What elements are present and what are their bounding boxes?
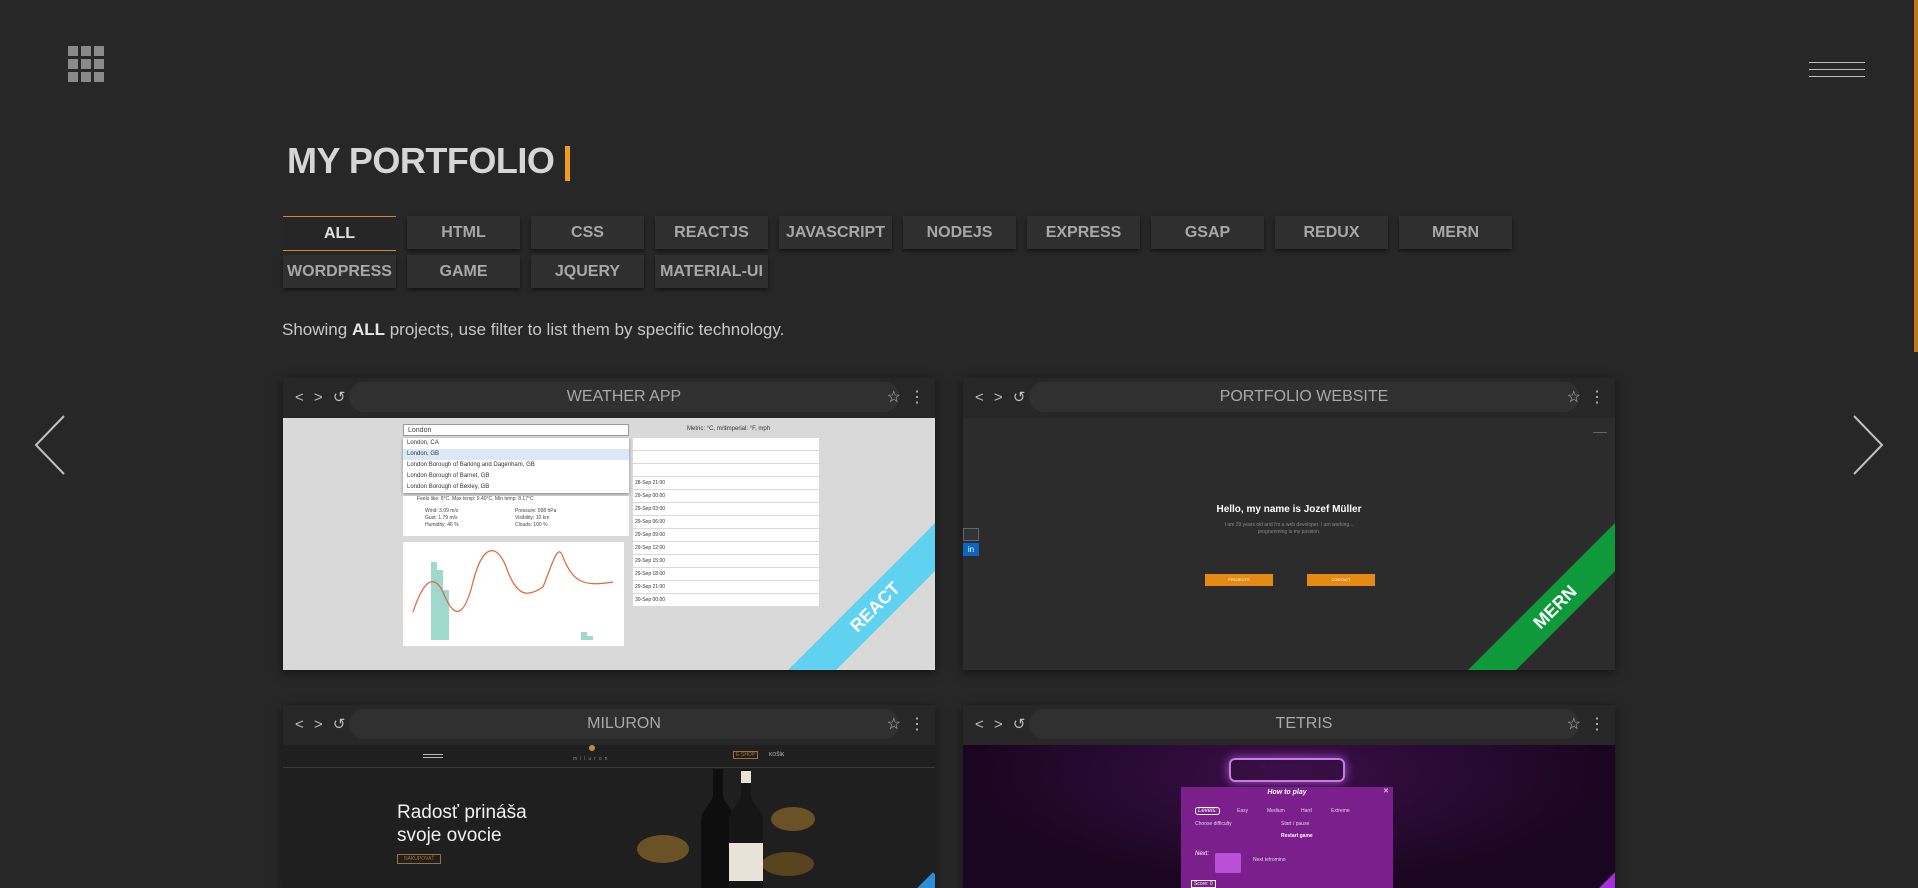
- project-preview: in Hello, my name is Jozef Müller I am 2…: [963, 418, 1615, 670]
- filter-reactjs[interactable]: REACTJS: [655, 216, 768, 249]
- city-suggestions: London, CA London, GB London Borough of …: [403, 438, 629, 493]
- tech-ribbon: [913, 872, 935, 888]
- filter-gsap[interactable]: GSAP: [1151, 216, 1264, 249]
- hamburger-icon-line: [1809, 62, 1865, 63]
- title-cursor: [565, 146, 570, 181]
- filter-jquery[interactable]: JQUERY: [531, 255, 644, 288]
- browser-nav-controls[interactable]: < > ↺: [975, 715, 1028, 733]
- contact-button: CONTACT: [1307, 574, 1375, 586]
- browser-bar: < > ↺ WEATHER APP ☆ ⋮: [283, 378, 935, 418]
- project-card-tetris[interactable]: < > ↺ TETRIS ☆ ⋮ TETRIS ✕ How to play Le…: [963, 705, 1615, 888]
- filter-mern[interactable]: MERN: [1399, 216, 1512, 249]
- apps-grid-icon[interactable]: [68, 46, 104, 82]
- filter-redux[interactable]: REDUX: [1275, 216, 1388, 249]
- next-piece-preview: [1215, 853, 1241, 873]
- star-icon[interactable]: ☆: [1567, 387, 1581, 407]
- tech-ribbon: [1595, 872, 1615, 888]
- page-title: MY PORTFOLIO: [287, 140, 555, 181]
- filter-game[interactable]: GAME: [407, 255, 520, 288]
- chevron-right-icon[interactable]: [1846, 410, 1886, 480]
- browser-bar: < > ↺ MILURON ☆ ⋮: [283, 705, 935, 745]
- project-title: MILURON: [349, 709, 899, 739]
- filter-html[interactable]: HTML: [407, 216, 520, 249]
- linkedin-icon: in: [963, 543, 979, 556]
- temperature-chart: [403, 542, 624, 646]
- project-card-portfolio-website[interactable]: < > ↺ PORTFOLIO WEBSITE ☆ ⋮ in Hello, my…: [963, 378, 1615, 670]
- project-preview: miluron E-SHOP KOŠÍK Radosť prináša svoj…: [283, 745, 935, 888]
- browser-nav-controls[interactable]: < > ↺: [295, 715, 348, 733]
- filter-description: Showing ALL projects, use filter to list…: [282, 320, 785, 339]
- hero-greeting: Hello, my name is Jozef Müller: [1216, 504, 1362, 515]
- how-to-play-panel: ✕ How to play Levels: Easy Medium Hard E…: [1181, 787, 1393, 888]
- star-icon[interactable]: ☆: [887, 387, 901, 407]
- tetris-logo: TETRIS: [1229, 758, 1345, 782]
- browser-bar: < > ↺ TETRIS ☆ ⋮: [963, 705, 1615, 745]
- hamburger-icon: [423, 754, 443, 755]
- filter-express[interactable]: EXPRESS: [1027, 216, 1140, 249]
- more-options-icon[interactable]: ⋮: [909, 714, 925, 734]
- current-weather-panel: Feels like: 8°C, Max temp: 9.40°C, Min t…: [403, 496, 629, 536]
- wine-bottles-image: [637, 769, 815, 888]
- filter-javascript[interactable]: JAVASCRIPT: [779, 216, 892, 249]
- miluron-headline: Radosť prináša svoje ovocie: [397, 802, 527, 846]
- more-options-icon[interactable]: ⋮: [1589, 714, 1605, 734]
- browser-bar: < > ↺ PORTFOLIO WEBSITE ☆ ⋮: [963, 378, 1615, 418]
- more-options-icon[interactable]: ⋮: [909, 387, 925, 407]
- browser-nav-controls[interactable]: < > ↺: [295, 388, 348, 406]
- project-title: PORTFOLIO WEBSITE: [1029, 382, 1579, 412]
- filter-nodejs[interactable]: NODEJS: [903, 216, 1016, 249]
- filter-material-ui[interactable]: MATERIAL-UI: [655, 255, 768, 288]
- hamburger-icon-line: [1809, 69, 1865, 70]
- chevron-left-icon[interactable]: [32, 410, 72, 480]
- browser-nav-controls[interactable]: < > ↺: [975, 388, 1028, 406]
- active-filter-label: ALL: [351, 320, 385, 339]
- miluron-logo-icon: [589, 745, 595, 751]
- hamburger-icon-line: [1809, 76, 1865, 77]
- projects-button: PROJECTS: [1205, 574, 1273, 586]
- project-title: TETRIS: [1029, 709, 1579, 739]
- scrollbar-thumb[interactable]: [1914, 0, 1918, 352]
- star-icon[interactable]: ☆: [887, 714, 901, 734]
- project-title: WEATHER APP: [349, 382, 899, 412]
- project-preview: TETRIS ✕ How to play Levels: Easy Medium…: [963, 745, 1615, 888]
- forecast-list: 28-Sep 21:00 29-Sep 00:00 29-Sep 03:00 2…: [633, 438, 819, 607]
- filter-all[interactable]: ALL: [283, 216, 396, 251]
- project-card-weather-app[interactable]: < > ↺ WEATHER APP ☆ ⋮ London Metric: °C,…: [283, 378, 935, 670]
- menu-button[interactable]: [1809, 62, 1865, 84]
- project-preview: London Metric: °C, m/s Imperial: °F, mph…: [283, 418, 935, 670]
- filter-wordpress[interactable]: WORDPRESS: [283, 255, 396, 288]
- star-icon[interactable]: ☆: [1567, 714, 1581, 734]
- project-card-miluron[interactable]: < > ↺ MILURON ☆ ⋮ miluron E-SHOP KOŠÍK R…: [283, 705, 935, 888]
- more-options-icon[interactable]: ⋮: [1589, 387, 1605, 407]
- filter-css[interactable]: CSS: [531, 216, 644, 249]
- city-search-input: London: [403, 424, 629, 436]
